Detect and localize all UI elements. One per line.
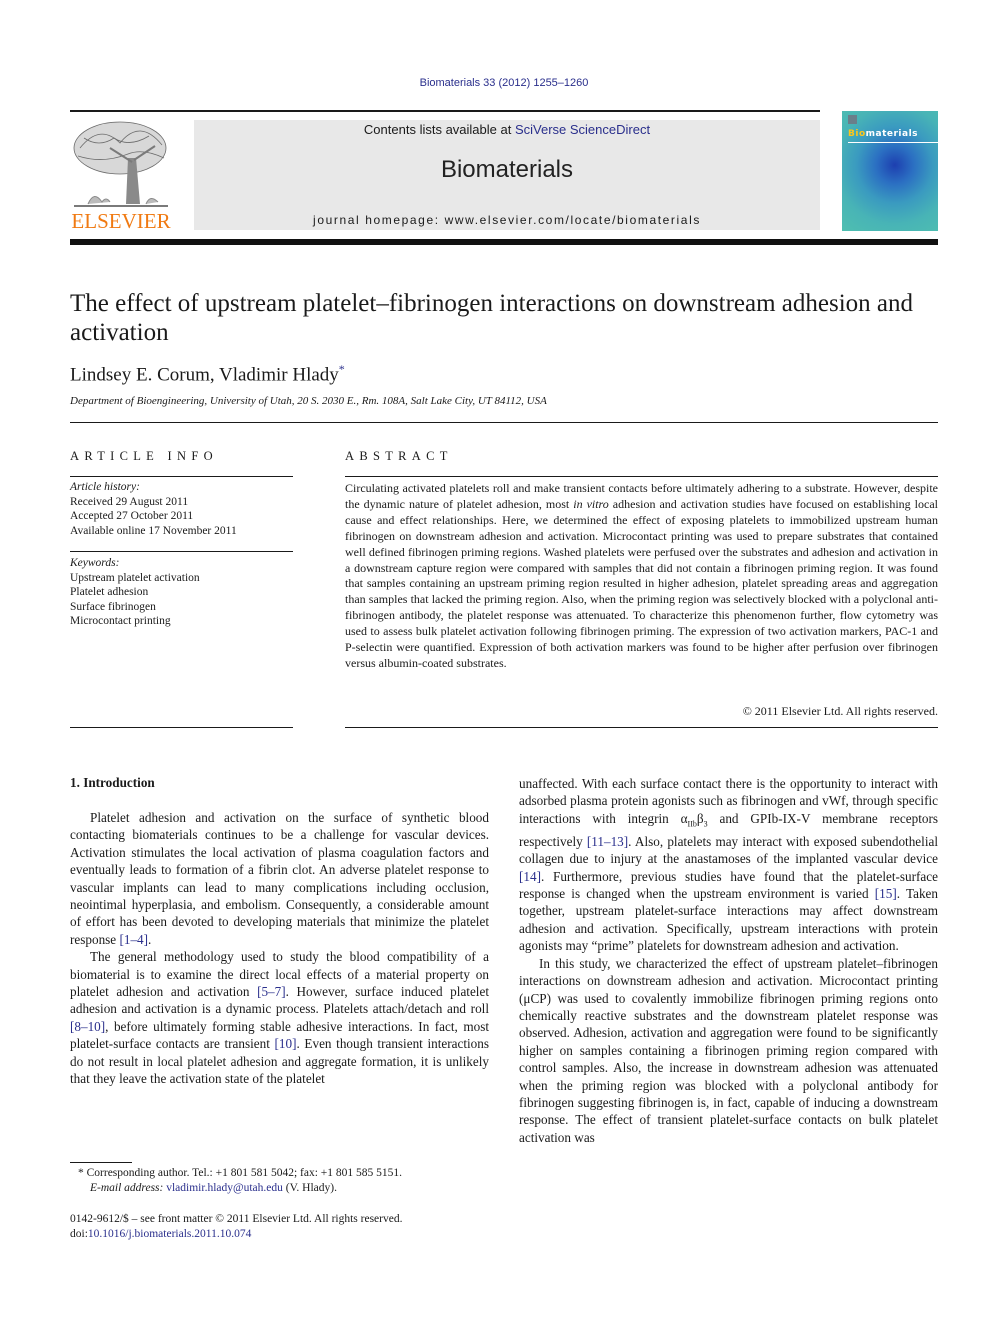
- footnote: * Corresponding author. Tel.: +1 801 581…: [78, 1166, 402, 1196]
- citation-link[interactable]: [14]: [519, 869, 541, 884]
- sciencedirect-link[interactable]: SciVerse ScienceDirect: [515, 122, 650, 137]
- article-info-heading: ARTICLE INFO: [70, 449, 218, 463]
- paragraph: In this study, we characterized the effe…: [519, 955, 938, 1145]
- abstract-copyright: © 2011 Elsevier Ltd. All rights reserved…: [742, 704, 938, 718]
- authors: Lindsey E. Corum, Vladimir Hlady: [70, 364, 339, 386]
- citation-link[interactable]: [15]: [875, 886, 897, 901]
- divider: [70, 551, 293, 552]
- citation-link[interactable]: [11–13]: [587, 834, 628, 849]
- keywords: Keywords: Upstream platelet activation P…: [70, 556, 200, 629]
- keyword-item: Upstream platelet activation: [70, 571, 200, 584]
- divider: [345, 476, 938, 477]
- issn-line: 0142-9612/$ – see front matter © 2011 El…: [70, 1213, 403, 1225]
- email-line: E-mail address: vladimir.hlady@utah.edu …: [90, 1182, 337, 1194]
- body-column-right: unaffected. With each surface contact th…: [519, 775, 938, 1146]
- divider: [70, 476, 293, 477]
- history-item: Available online 17 November 2011: [70, 524, 237, 537]
- doi-link[interactable]: 10.1016/j.biomaterials.2011.10.074: [88, 1228, 251, 1240]
- paragraph: Platelet adhesion and activation on the …: [70, 810, 489, 947]
- tree-icon: [73, 121, 168, 207]
- keyword-item: Platelet adhesion: [70, 586, 149, 598]
- journal-homepage[interactable]: journal homepage: www.elsevier.com/locat…: [194, 213, 820, 227]
- divider: [70, 727, 293, 728]
- corresponding-author-mark[interactable]: *: [339, 362, 345, 376]
- affiliation: Department of Bioengineering, University…: [70, 395, 547, 407]
- body-column-left: Platelet adhesion and activation on the …: [70, 809, 489, 1088]
- paragraph: The general methodology used to study th…: [70, 949, 489, 1087]
- corresponding-author-note: * Corresponding author. Tel.: +1 801 581…: [78, 1167, 403, 1179]
- article-title: The effect of upstream platelet–fibrinog…: [70, 290, 914, 346]
- elsevier-logo[interactable]: ELSEVIER: [70, 118, 172, 234]
- citation-link[interactable]: [5–7]: [257, 984, 286, 999]
- abstract-heading: ABSTRACT: [345, 449, 453, 463]
- divider: [70, 422, 938, 423]
- article-history: Article history: Received 29 August 2011…: [70, 480, 237, 538]
- footnote-rule: [70, 1162, 132, 1163]
- email-link[interactable]: vladimir.hlady@utah.edu: [166, 1182, 283, 1194]
- doi-line: doi:10.1016/j.biomaterials.2011.10.074: [70, 1228, 252, 1240]
- journal-reference-link[interactable]: Biomaterials 33 (2012) 1255–1260: [0, 77, 992, 89]
- journal-banner: Contents lists available at SciVerse Sci…: [194, 120, 820, 230]
- paragraph: unaffected. With each surface contact th…: [519, 776, 939, 954]
- citation-link[interactable]: [10]: [275, 1036, 297, 1051]
- front-matter: 0142-9612/$ – see front matter © 2011 El…: [70, 1212, 402, 1242]
- history-label: Article history:: [70, 481, 140, 493]
- cover-title: Biomaterials: [848, 129, 919, 139]
- keyword-item: Surface fibrinogen: [70, 600, 156, 613]
- contents-line: Contents lists available at SciVerse Sci…: [194, 122, 820, 137]
- author-list: Lindsey E. Corum, Vladimir Hlady*: [70, 362, 345, 386]
- keyword-item: Microcontact printing: [70, 615, 171, 627]
- section-heading-introduction: 1. Introduction: [70, 775, 155, 790]
- citation-link[interactable]: [8–10]: [70, 1019, 105, 1034]
- cover-publisher-icon: [848, 115, 857, 124]
- journal-cover-thumbnail[interactable]: Biomaterials: [842, 111, 938, 231]
- history-item: Received 29 August 2011: [70, 495, 189, 508]
- cover-rule: [848, 142, 938, 143]
- journal-name: Biomaterials: [440, 156, 574, 183]
- keywords-label: Keywords:: [70, 557, 120, 569]
- contents-prefix: Contents lists available at: [363, 122, 515, 137]
- header-thick-rule: [70, 239, 938, 245]
- header-rule: [70, 110, 820, 112]
- citation-link[interactable]: [1–4]: [119, 932, 148, 947]
- divider: [345, 727, 938, 728]
- abstract-text: Circulating activated platelets roll and…: [345, 481, 938, 670]
- elsevier-wordmark: ELSEVIER: [71, 209, 171, 233]
- history-item: Accepted 27 October 2011: [70, 510, 194, 522]
